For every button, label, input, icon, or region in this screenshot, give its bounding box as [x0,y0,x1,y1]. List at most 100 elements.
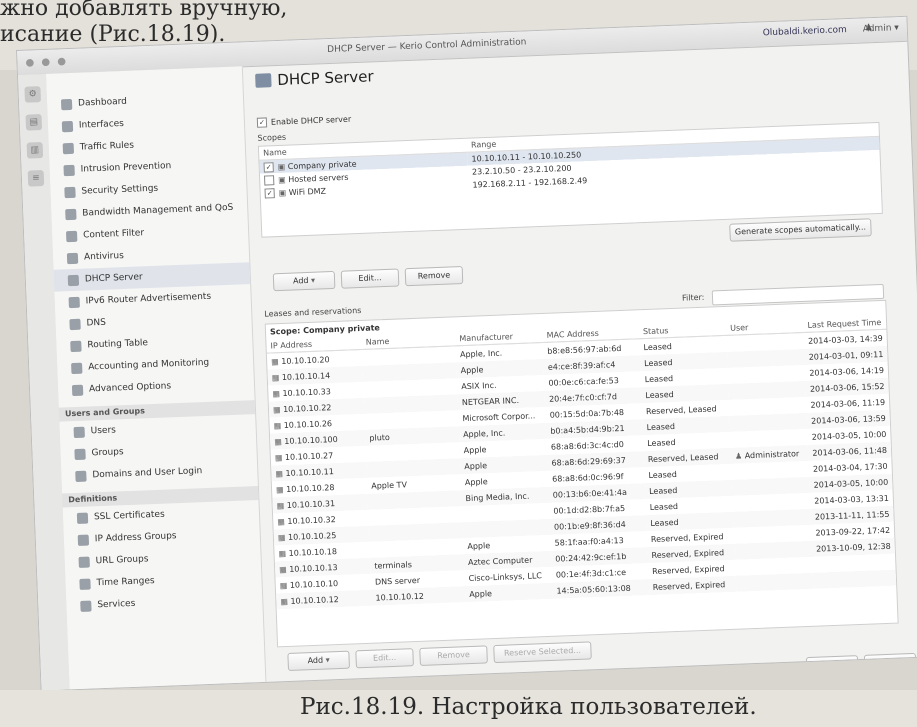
reset-button[interactable]: Reset [863,652,917,673]
dns-icon [69,318,81,330]
computer-icon: ▦ [275,468,286,478]
sidebar-item-label: Accounting and Monitoring [88,357,210,373]
sidebar-item-label: Users [90,425,117,437]
sidebar-item-label: Dashboard [77,96,128,109]
accounting-and-monitoring-icon [71,362,83,374]
computer-icon: ▦ [274,452,286,462]
lease-ip: 10.10.10.18 [288,546,338,558]
lease-ip: 10.10.10.20 [281,354,330,366]
sidebar-item-label: SSL Certificates [93,509,165,523]
window-title: DHCP Server — Kerio Control Administrati… [327,37,527,56]
add-lease-button[interactable]: Add ▾ [287,650,350,672]
security-settings-icon [64,186,76,198]
computer-icon: ▦ [273,420,284,430]
bandwidth-management-and-qos-icon [65,208,77,220]
lease-manufacturer: Apple [464,582,553,603]
user-icon: ♟ [734,450,745,461]
lease-ip: 10.10.10.27 [284,450,334,462]
computer-icon: ▦ [278,564,290,574]
computer-icon: ▦ [271,372,283,382]
sidebar-item-label: DNS [86,317,107,329]
url-groups-icon [78,556,90,568]
lease-user-cell [735,572,814,592]
sidebar-item-label: Intrusion Prevention [80,161,172,175]
rail-stats-icon[interactable]: ▥ [26,142,44,159]
lease-status: Reserved, Expired [648,575,737,596]
rail-logs-icon[interactable]: ≡ [27,170,45,187]
remove-scope-button[interactable]: Remove [404,266,464,287]
lease-ip: 10.10.10.22 [282,402,332,414]
lease-ip-cell: ▦ 10.10.10.12 [276,589,372,610]
user-menu[interactable]: Olubaldi.kerio.com [763,25,847,38]
dashboard-icon [60,98,73,110]
add-scope-button[interactable]: Add ▾ [272,270,336,292]
ipv6-router-advertisements-icon [68,296,80,308]
scope-folder-icon: ▣ [278,187,289,198]
computer-icon: ▦ [277,516,288,526]
edit-lease-button[interactable]: Edit... [355,648,414,669]
lease-ip: 10.10.10.28 [285,482,335,494]
sidebar-item-label: Content Filter [82,228,145,241]
sidebar-item-label: Time Ranges [96,576,155,589]
rail-status-icon[interactable]: ▤ [25,114,43,131]
admin-menu[interactable]: Admin ▾ [863,23,899,34]
sidebar: Dashboard Interfaces Traffic Rules Intrusio… [45,66,267,690]
lease-ip: 10.10.10.32 [287,514,336,526]
window-controls[interactable]: ● ● ● [25,56,68,69]
ip-address-groups-icon [77,534,90,546]
dhcp-server-icon [255,73,272,88]
computer-icon: ▦ [272,388,283,398]
sidebar-item-label: IP Address Groups [94,531,177,545]
computer-icon: ▦ [278,548,289,558]
content-filter-icon [65,230,78,242]
computer-icon: ▦ [276,500,287,510]
generate-scopes-button[interactable]: Generate scopes automatically... [729,218,872,242]
sidebar-item-label: Traffic Rules [79,140,135,153]
figure-caption: Рис.18.19. Настройка пользователей. [300,694,757,720]
lease-ip: 10.10.10.10 [289,578,339,590]
sidebar-item-label: Routing Table [87,338,149,351]
enable-dhcp-checkbox[interactable]: ✓ [256,117,268,128]
sidebar-item-label: Services [97,598,136,611]
users-icon [73,426,85,438]
computer-icon: ▦ [279,580,291,590]
sidebar-item-label: Security Settings [81,183,159,197]
routing-table-icon [70,340,82,352]
reserve-selected-button[interactable]: Reserve Selected... [493,641,592,664]
filter-label: Filter: [681,292,705,303]
rail-config-icon[interactable]: ⚙ [24,86,42,103]
computer-icon: ▦ [274,436,285,446]
edit-scope-button[interactable]: Edit... [340,268,400,289]
sidebar-item-label: Interfaces [78,118,125,131]
enable-dhcp-row[interactable]: ✓ Enable DHCP server [256,114,352,128]
advanced-options-icon [71,384,84,396]
lease-ip: 10.10.10.100 [284,434,338,446]
scopes-table: Name Range ✓ ▣ Company private 10.10.10.11… [257,121,883,238]
traffic-rules-icon [62,142,75,154]
computer-icon: ▦ [280,596,291,606]
remove-lease-button[interactable]: Remove [419,645,488,666]
leases-label: Leases and reservations [264,305,362,319]
sidebar-item-label: DHCP Server [84,272,143,285]
computer-icon: ▦ [277,532,289,542]
scope-enabled-checkbox[interactable]: ✓ [264,187,275,199]
scope-folder-icon: ▣ [277,161,288,172]
scope-enabled-checkbox[interactable]: ✓ [263,161,274,173]
apply-button[interactable]: Apply [805,655,859,676]
page-title: DHCP Server [255,67,374,90]
domains-and-user-login-icon [75,470,87,482]
interfaces-icon [61,120,74,132]
sidebar-item-label: Antivirus [83,251,124,263]
sidebar-item-label: Advanced Options [88,381,172,395]
main-content: DHCP Server ✓ Enable DHCP server Scopes N… [243,41,917,682]
scope-name: Hosted servers [288,172,349,184]
services-icon [80,600,92,612]
enable-dhcp-label: Enable DHCP server [270,114,352,127]
book-text-line-1: жно добавлять вручную, [0,0,288,21]
scope-name: Company private [287,159,357,171]
lease-mac: 14:5a:05:60:13:08 [552,579,650,599]
lease-ip: 10.10.10.25 [287,530,337,542]
lease-ip: 10.10.10.12 [290,594,339,606]
scopes-label: Scopes [257,132,287,143]
scope-enabled-checkbox[interactable] [263,174,275,186]
